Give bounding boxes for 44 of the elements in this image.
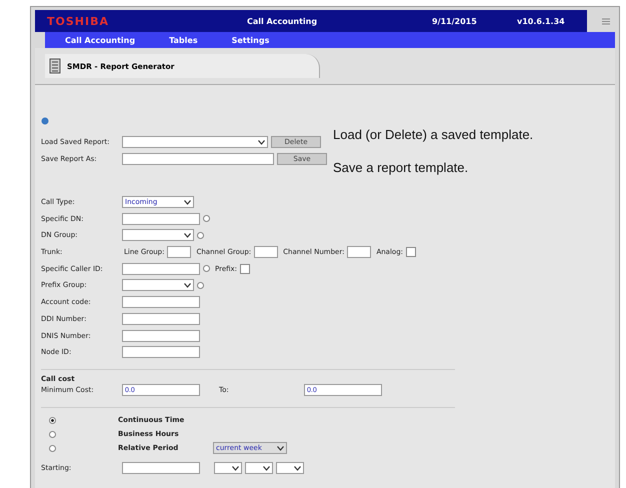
text-field[interactable] — [122, 212, 200, 225]
radio-button[interactable] — [49, 444, 56, 452]
caret-icon — [277, 446, 284, 451]
report-select[interactable] — [122, 136, 268, 148]
caret-icon — [184, 200, 191, 204]
info-icon — [41, 117, 49, 125]
radio-button[interactable] — [203, 265, 210, 272]
dropdown[interactable] — [276, 462, 304, 474]
checkbox[interactable] — [406, 247, 416, 258]
menu-icon[interactable] — [602, 18, 610, 24]
dropdown[interactable] — [245, 462, 273, 474]
annotation-text: Save a report template. — [333, 160, 470, 175]
text-field[interactable] — [122, 346, 200, 358]
text-field[interactable] — [254, 246, 278, 258]
caret-icon — [263, 466, 270, 471]
caret-icon — [184, 232, 191, 238]
radio-button[interactable] — [49, 416, 56, 424]
text-field[interactable] — [122, 462, 200, 474]
text-field[interactable] — [122, 330, 200, 342]
window-title: Call Accounting — [247, 16, 318, 26]
caret-icon — [294, 466, 301, 471]
text-field[interactable] — [347, 246, 372, 258]
radio-button[interactable] — [197, 282, 204, 289]
text-field[interactable] — [122, 262, 200, 275]
logo: TOSHIBA — [47, 14, 110, 28]
checkbox[interactable] — [240, 264, 250, 274]
menu-item[interactable]: Call Accounting — [65, 36, 136, 44]
caret-icon — [232, 466, 239, 471]
caret-icon — [258, 140, 265, 144]
menu-item[interactable]: Settings — [232, 36, 270, 44]
caret-icon — [184, 282, 191, 288]
text-field[interactable] — [167, 246, 192, 258]
radio-button[interactable] — [197, 232, 204, 239]
text-field[interactable] — [122, 312, 200, 325]
annotation-text: Load (or Delete) a saved template. — [333, 127, 534, 142]
date-text: 9/11/2015 — [432, 16, 478, 26]
version-text: v10.6.1.34 — [517, 16, 566, 26]
dropdown[interactable] — [214, 462, 242, 474]
text-field[interactable] — [122, 296, 200, 308]
radio-button[interactable] — [49, 430, 56, 438]
report-name-field[interactable] — [122, 153, 274, 165]
document-icon — [49, 58, 61, 74]
menu-item[interactable]: Tables — [169, 36, 198, 44]
radio-button[interactable] — [203, 215, 210, 222]
